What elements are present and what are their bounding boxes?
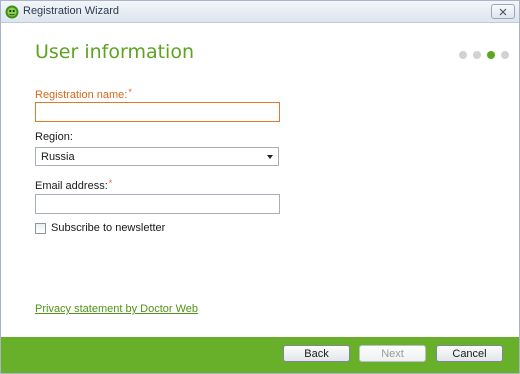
subscribe-checkbox-label[interactable]: Subscribe to newsletter bbox=[51, 222, 165, 234]
page-title: User information bbox=[35, 41, 195, 63]
step-dot-3-current bbox=[487, 51, 495, 59]
registration-wizard-window: Registration Wizard User information Reg… bbox=[0, 0, 520, 374]
subscribe-checkbox[interactable] bbox=[35, 223, 46, 234]
registration-name-input[interactable] bbox=[35, 102, 280, 122]
privacy-statement-link[interactable]: Privacy statement by Doctor Web bbox=[35, 303, 198, 315]
dr-web-spider-icon bbox=[5, 5, 19, 19]
required-mark: * bbox=[108, 178, 113, 188]
chevron-down-icon bbox=[267, 155, 273, 159]
email-label: Email address:* bbox=[35, 178, 112, 192]
email-label-text: Email address: bbox=[35, 180, 108, 192]
close-button[interactable] bbox=[491, 4, 515, 19]
close-icon bbox=[499, 8, 507, 15]
region-label: Region: bbox=[35, 131, 73, 143]
registration-name-label: Registration name:* bbox=[35, 87, 132, 101]
step-dot-1 bbox=[459, 51, 467, 59]
registration-name-label-text: Registration name: bbox=[35, 89, 128, 101]
window-title: Registration Wizard bbox=[23, 5, 119, 17]
step-progress-indicator bbox=[459, 51, 509, 59]
title-bar: Registration Wizard bbox=[1, 1, 519, 23]
email-field[interactable] bbox=[35, 194, 280, 214]
region-selected-value: Russia bbox=[41, 151, 75, 163]
step-dot-4 bbox=[501, 51, 509, 59]
back-button[interactable]: Back bbox=[283, 345, 350, 362]
region-dropdown[interactable]: Russia bbox=[35, 147, 279, 166]
cancel-button[interactable]: Cancel bbox=[436, 345, 503, 362]
required-mark: * bbox=[128, 87, 132, 97]
next-button[interactable]: Next bbox=[359, 345, 426, 362]
step-dot-2 bbox=[473, 51, 481, 59]
